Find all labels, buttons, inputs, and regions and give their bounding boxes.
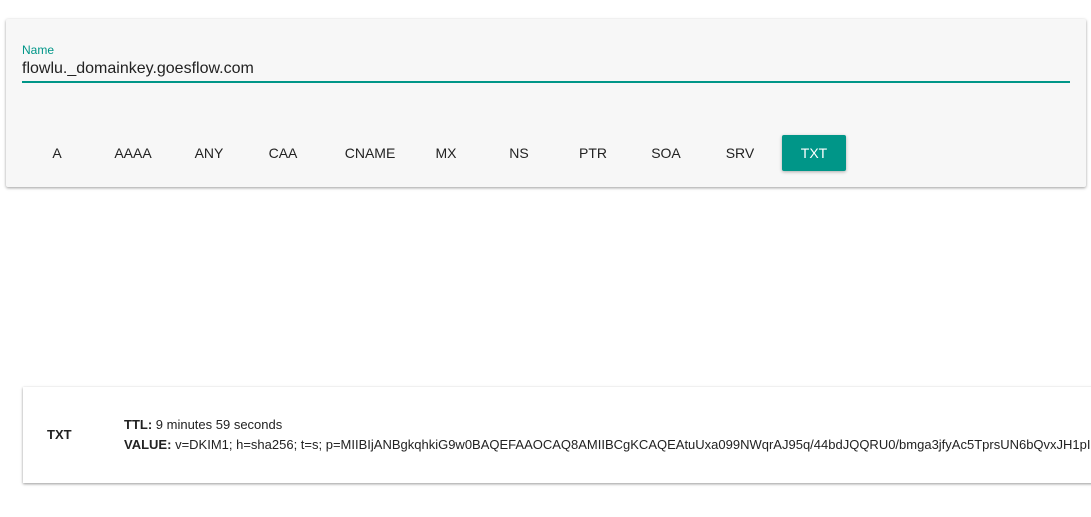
- record-type-aaaa-button[interactable]: AAAA: [101, 135, 165, 171]
- ttl-label: TTL:: [124, 417, 153, 432]
- record-type-cname-button[interactable]: CNAME: [332, 135, 408, 171]
- name-field-label: Name: [22, 43, 55, 57]
- value-row: VALUE: v=DKIM1; h=sha256; t=s; p=MIIBIjA…: [124, 437, 1091, 457]
- record-type-ptr-button[interactable]: PTR: [561, 135, 625, 171]
- query-panel: Name A AAAA ANY CAA CNAME MX NS PTR SOA …: [6, 19, 1086, 187]
- record-type-a-button[interactable]: A: [25, 135, 89, 171]
- value-label: VALUE:: [124, 437, 172, 452]
- record-type-soa-button[interactable]: SOA: [634, 135, 698, 171]
- record-type-caa-button[interactable]: CAA: [251, 135, 315, 171]
- record-type-ns-button[interactable]: NS: [487, 135, 551, 171]
- ttl-row: TTL: 9 minutes 59 seconds: [124, 417, 1091, 437]
- dns-result-card: TXT TTL: 9 minutes 59 seconds VALUE: v=D…: [23, 387, 1091, 483]
- record-type-mx-button[interactable]: MX: [414, 135, 478, 171]
- result-record-type: TXT: [47, 427, 72, 442]
- name-input[interactable]: [22, 57, 1070, 83]
- value-text: v=DKIM1; h=sha256; t=s; p=MIIBIjANBgkqhk…: [175, 437, 1091, 452]
- record-type-srv-button[interactable]: SRV: [708, 135, 772, 171]
- record-type-txt-button[interactable]: TXT: [782, 135, 846, 171]
- record-type-any-button[interactable]: ANY: [177, 135, 241, 171]
- ttl-value: 9 minutes 59 seconds: [155, 417, 283, 432]
- result-details: TTL: 9 minutes 59 seconds VALUE: v=DKIM1…: [124, 417, 1091, 457]
